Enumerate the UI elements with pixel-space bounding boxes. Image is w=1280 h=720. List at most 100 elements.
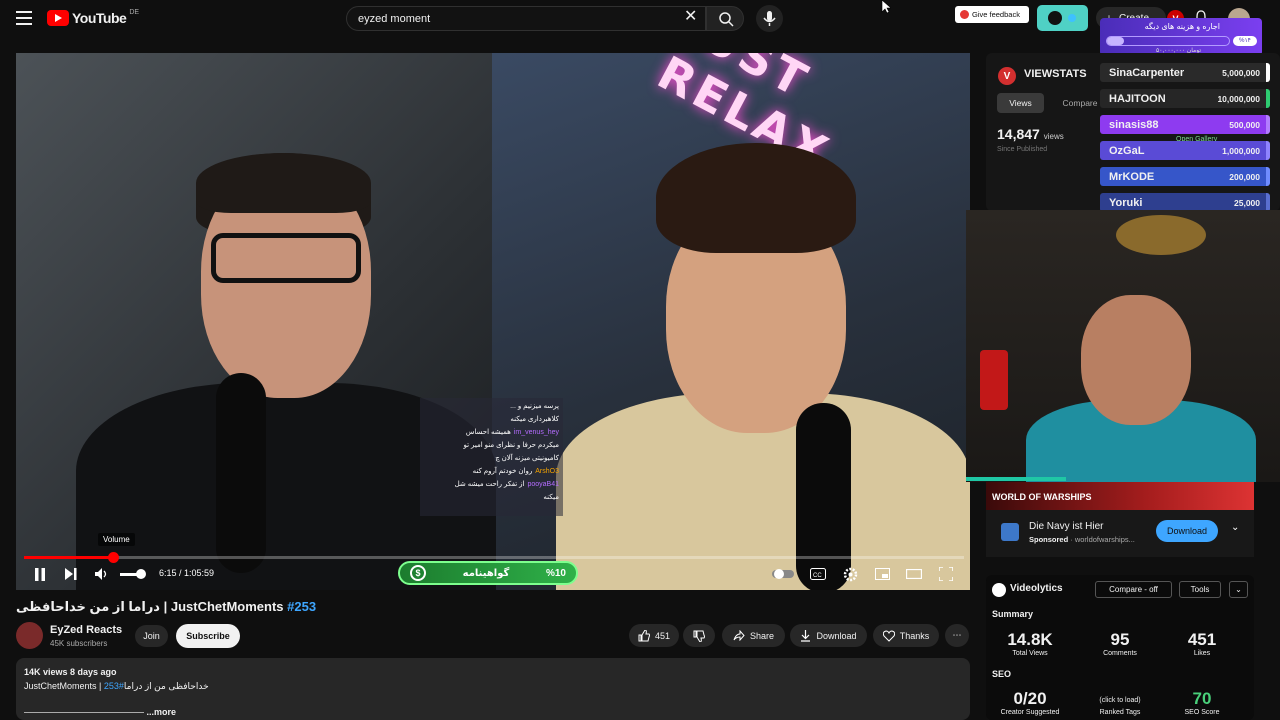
stat-likes: 451 Likes bbox=[1162, 630, 1242, 657]
creator-tags-label: Creator Suggested bbox=[1000, 709, 1060, 716]
search-input[interactable] bbox=[347, 7, 667, 30]
theater-icon bbox=[906, 569, 922, 579]
description-divider bbox=[24, 712, 144, 714]
captions-icon: CC bbox=[810, 568, 826, 580]
chat-message: کلاهبرداری میکنه bbox=[424, 415, 559, 424]
thumbs-up-icon bbox=[638, 629, 650, 641]
chat-text: میکنه bbox=[543, 494, 559, 501]
expand-button[interactable]: ⌄ bbox=[1229, 581, 1248, 598]
subscribe-button[interactable]: Subscribe bbox=[176, 624, 240, 648]
video-title: دراما از من خداحافظی | JustChetMoments #… bbox=[16, 599, 316, 615]
settings-button[interactable] bbox=[842, 565, 858, 583]
promo-text: گواهینامه bbox=[462, 567, 510, 579]
tab-compare[interactable]: Compare bbox=[1054, 93, 1106, 113]
donor-amount: 200,000 bbox=[1229, 171, 1260, 182]
download-button[interactable]: Download bbox=[790, 624, 867, 647]
time-display: 6:15 / 1:05:59 bbox=[159, 568, 215, 578]
microphone-right bbox=[796, 403, 851, 590]
mute-button[interactable] bbox=[94, 565, 110, 583]
logo-word: YouTube bbox=[72, 10, 127, 26]
thanks-heart-icon bbox=[882, 629, 895, 642]
stat-ranked-tags[interactable]: (click to load) Ranked Tags bbox=[1080, 697, 1160, 716]
seo-heading: SEO bbox=[992, 669, 1012, 679]
chat-message: im_venus_hey همیشه احساس bbox=[424, 428, 559, 437]
search-box bbox=[346, 6, 706, 31]
extension-status-icon bbox=[1068, 14, 1076, 22]
donor-name: sinasis88 bbox=[1109, 118, 1159, 131]
more-actions-button[interactable]: ⋯ bbox=[945, 624, 969, 647]
ad-download-button[interactable]: Download bbox=[1156, 520, 1218, 542]
viewstats-title: VIEWSTATS bbox=[1024, 68, 1087, 80]
donor-name: HAJITOON bbox=[1109, 92, 1166, 105]
donor-leaderboard: SinaCarpenter 5,000,000 HAJITOON 10,000,000… bbox=[1100, 63, 1270, 219]
dislike-button[interactable] bbox=[683, 624, 715, 647]
subscriber-count: 45K subscribers bbox=[50, 639, 108, 648]
donor-amount: 10,000,000 bbox=[1217, 93, 1260, 104]
channel-avatar[interactable] bbox=[16, 622, 43, 649]
thanks-button[interactable]: Thanks bbox=[873, 624, 939, 647]
description-line: JustChetMoments | خداحافظی من از دراما#2… bbox=[24, 681, 962, 692]
video-player[interactable]: JUST RELAX پرسه میزنیم و ... کلاهبرداری م… bbox=[16, 53, 970, 590]
ad-banner-text: WORLD OF WARSHIPS bbox=[992, 492, 1092, 502]
leaderboard-row: HAJITOON 10,000,000 bbox=[1100, 89, 1270, 108]
clear-search-icon[interactable]: ✕ bbox=[684, 9, 697, 25]
volume-tooltip: Volume bbox=[98, 533, 135, 546]
svg-text:CC: CC bbox=[813, 573, 822, 579]
chat-username[interactable]: ArshO3 bbox=[535, 467, 559, 476]
chat-username[interactable]: pooyaB41 bbox=[527, 480, 559, 489]
volume-handle[interactable] bbox=[136, 569, 146, 579]
menu-icon[interactable] bbox=[16, 11, 32, 25]
video-title-hashtag[interactable]: #253 bbox=[287, 599, 316, 614]
seek-bar[interactable] bbox=[24, 552, 964, 563]
search-button[interactable] bbox=[706, 6, 744, 31]
voice-search-button[interactable] bbox=[756, 5, 783, 32]
extension-button[interactable] bbox=[1037, 5, 1088, 31]
videolytics-title: Videolytics bbox=[1010, 583, 1063, 594]
chevron-down-icon[interactable]: ⌄ bbox=[1231, 522, 1239, 533]
stat-comments: 95 Comments bbox=[1080, 630, 1160, 657]
description-box[interactable]: 14K views 8 days ago JustChetMoments | خ… bbox=[16, 658, 970, 720]
summary-heading: Summary bbox=[992, 609, 1034, 619]
total-views-label: Total Views bbox=[1012, 650, 1048, 657]
likes-label: Likes bbox=[1193, 650, 1211, 657]
volume-icon bbox=[95, 568, 107, 580]
youtube-logo[interactable]: YouTube DE bbox=[47, 9, 139, 26]
feedback-icon bbox=[960, 10, 969, 19]
comments-value: 95 bbox=[1110, 630, 1130, 649]
theater-mode-button[interactable] bbox=[906, 565, 922, 583]
viewstats-views-unit: views bbox=[1043, 132, 1064, 141]
chat-message: میکردم حرفا و نظرای منو امیر تو bbox=[424, 441, 559, 450]
click-to-load[interactable]: (click to load) bbox=[1080, 697, 1160, 704]
donor-amount: 5,000,000 bbox=[1222, 67, 1260, 78]
share-button[interactable]: Share bbox=[722, 624, 785, 647]
show-more-button[interactable]: ...more bbox=[147, 707, 177, 717]
next-button[interactable] bbox=[63, 565, 79, 583]
join-button[interactable]: Join bbox=[135, 625, 168, 647]
ad-banner[interactable]: WORLD OF WARSHIPS bbox=[986, 482, 1254, 510]
webcam-microphone bbox=[980, 350, 1008, 410]
microphone-left bbox=[216, 373, 266, 573]
ad-title[interactable]: Die Navy ist Hier bbox=[1029, 521, 1103, 532]
channel-name[interactable]: EyZed Reacts bbox=[50, 624, 122, 636]
fullscreen-button[interactable] bbox=[938, 565, 954, 583]
chat-username[interactable]: im_venus_hey bbox=[514, 428, 559, 437]
ad-card[interactable]: Die Navy ist Hier Sponsored · worldofwar… bbox=[986, 510, 1254, 557]
compare-toggle-button[interactable]: Compare - off bbox=[1095, 581, 1172, 598]
next-icon bbox=[65, 568, 77, 580]
tab-views[interactable]: Views bbox=[997, 93, 1044, 113]
autoplay-toggle[interactable] bbox=[772, 565, 794, 583]
pause-button[interactable] bbox=[32, 565, 48, 583]
subtitles-button[interactable]: CC bbox=[810, 565, 826, 583]
more-horizontal-icon: ⋯ bbox=[952, 630, 962, 640]
description-hashtag[interactable]: #253 bbox=[104, 681, 124, 691]
miniplayer-button[interactable] bbox=[874, 565, 890, 583]
creator-tags-value: 0/20 bbox=[1013, 689, 1047, 708]
viewstats-views: 14,847 views bbox=[997, 126, 1064, 142]
like-button[interactable]: 451 bbox=[629, 624, 679, 647]
youtube-play-icon bbox=[47, 10, 69, 26]
webcam-accent-line bbox=[966, 477, 1066, 481]
dollar-icon: $ bbox=[410, 565, 426, 581]
give-feedback-button[interactable]: Give feedback bbox=[955, 6, 1029, 23]
chat-message: pooyaB41 از تفکر راحت میشه شل bbox=[424, 480, 559, 489]
tools-dropdown[interactable]: Tools bbox=[1179, 581, 1221, 598]
